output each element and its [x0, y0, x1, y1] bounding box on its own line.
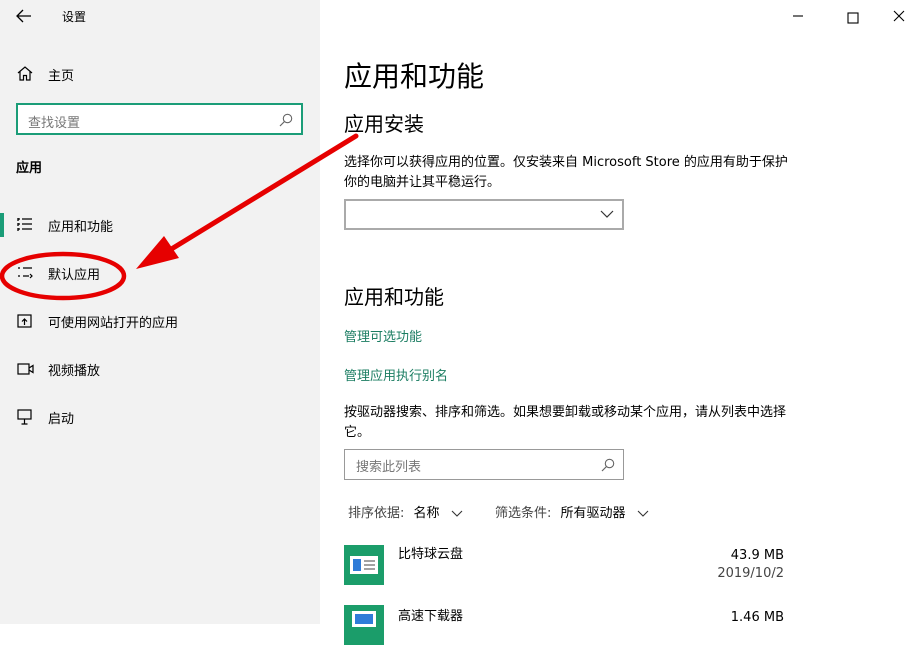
- annotation-arrow-head: [136, 236, 179, 269]
- annotation-arrow-shaft: [157, 133, 359, 259]
- annotation-overlay: [0, 133, 359, 301]
- annotation-circle: [0, 251, 127, 301]
